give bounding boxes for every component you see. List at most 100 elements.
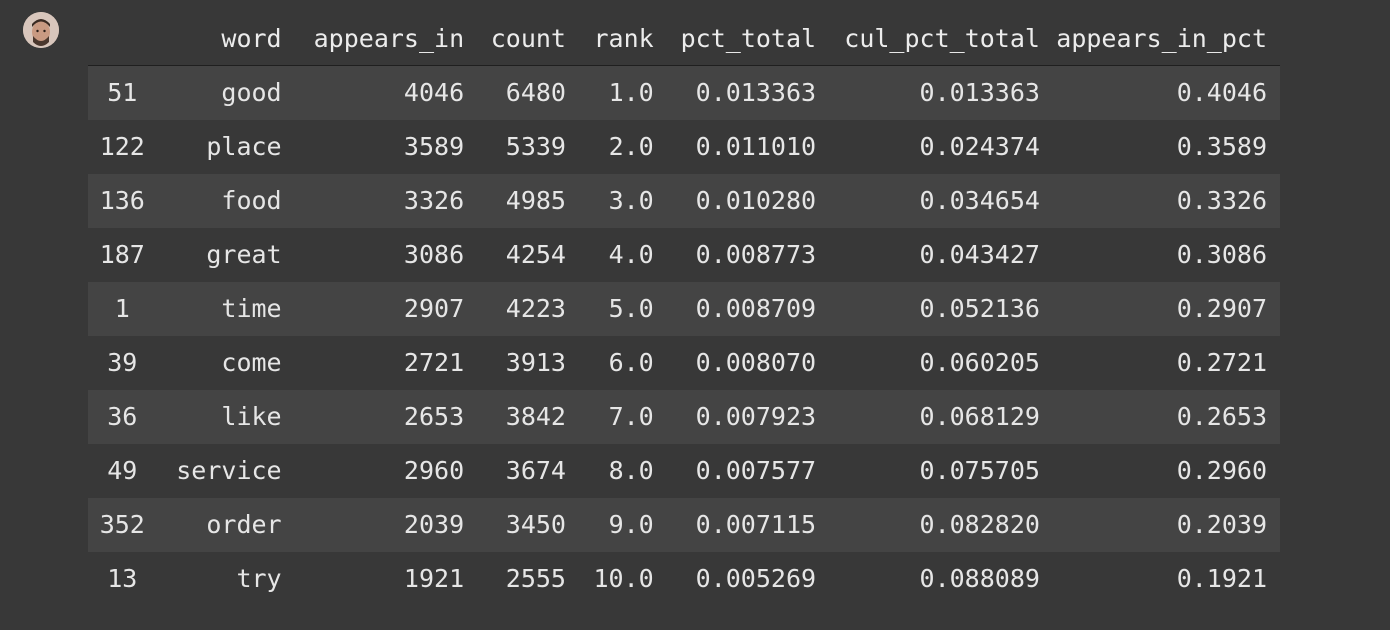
row-index: 136 bbox=[99, 186, 145, 215]
appears-in-pct-cell: 0.3086 bbox=[1176, 240, 1267, 269]
rank-cell: 8.0 bbox=[608, 456, 654, 485]
appears-in-cell: 4046 bbox=[403, 78, 465, 108]
appears-in-cell: 2653 bbox=[403, 402, 465, 431]
pct-total-cell: 0.008773 bbox=[695, 240, 817, 269]
word-header: word bbox=[156, 11, 282, 66]
word-cell: order bbox=[206, 510, 282, 539]
pct-total-cell: 0.007577 bbox=[695, 456, 817, 485]
count-cell: 4223 bbox=[505, 294, 566, 323]
appears-in-pct-cell: 0.3326 bbox=[1176, 186, 1267, 215]
cul-pct-total-cell: 0.060205 bbox=[919, 348, 1040, 377]
appears-in-pct-cell: 0.1921 bbox=[1176, 564, 1267, 593]
appears-in-cell: 3086 bbox=[403, 240, 465, 269]
dataframe-table: word appears_in count rank pct_total cul_pct_… bbox=[88, 11, 1280, 606]
table-row: 39 come 2721 3913 6.0 0.008070 0.060205 0.2721 bbox=[88, 335, 1280, 390]
pct-total-cell: 0.013363 bbox=[695, 78, 817, 108]
row-index: 13 bbox=[107, 564, 138, 593]
appears-in-cell: 2039 bbox=[403, 510, 465, 539]
rank-cell: 4.0 bbox=[608, 240, 654, 269]
pct-total-cell: 0.007115 bbox=[695, 510, 817, 539]
row-index: 122 bbox=[99, 132, 145, 161]
appears-in-cell: 2960 bbox=[403, 456, 465, 485]
count-cell: 6480 bbox=[505, 78, 566, 108]
table-row: 49 service 2960 3674 8.0 0.007577 0.075705 0.29… bbox=[88, 443, 1280, 498]
cul-pct-total-cell: 0.068129 bbox=[919, 402, 1040, 431]
pct-total-cell: 0.008070 bbox=[695, 348, 817, 377]
table-row: 13 try 1921 2555 10.0 0.005269 0.088089 0.1921 bbox=[88, 551, 1280, 606]
appears-in-cell: 3589 bbox=[403, 132, 465, 161]
pct-total-header: pct_total bbox=[653, 11, 817, 66]
pct-total-cell: 0.007923 bbox=[695, 402, 817, 431]
cul-pct-total-cell: 0.024374 bbox=[919, 132, 1040, 161]
user-avatar-icon bbox=[23, 12, 59, 48]
dataframe-output: word appears_in count rank pct_total cul_pct_… bbox=[88, 11, 1280, 606]
rank-cell: 7.0 bbox=[608, 402, 654, 431]
count-cell: 3450 bbox=[505, 510, 566, 539]
row-index: 49 bbox=[107, 456, 138, 485]
word-cell: service bbox=[176, 456, 282, 485]
rank-cell: 3.0 bbox=[608, 186, 654, 215]
cul-pct-total-cell: 0.088089 bbox=[919, 564, 1040, 593]
appears-in-pct-cell: 0.2039 bbox=[1176, 510, 1267, 539]
word-cell: good bbox=[221, 78, 282, 108]
row-index: 352 bbox=[99, 510, 145, 539]
count-cell: 3913 bbox=[505, 348, 566, 377]
pct-total-cell: 0.008709 bbox=[695, 294, 817, 323]
rank-header: rank bbox=[565, 11, 654, 66]
table-row: 36 like 2653 3842 7.0 0.007923 0.068129 0.2653 bbox=[88, 389, 1280, 444]
count-header: count bbox=[464, 11, 566, 66]
cul-pct-total-cell: 0.082820 bbox=[919, 510, 1040, 539]
pct-total-cell: 0.011010 bbox=[695, 132, 817, 161]
appears-in-cell: 3326 bbox=[403, 186, 465, 215]
cul-pct-total-cell: 0.043427 bbox=[919, 240, 1040, 269]
word-cell: like bbox=[221, 402, 282, 431]
table-row: 1 time 2907 4223 5.0 0.008709 0.052136 0.2907 bbox=[88, 281, 1280, 336]
row-index: 36 bbox=[107, 402, 138, 431]
cul-pct-total-cell: 0.034654 bbox=[919, 186, 1040, 215]
table-row: 187 great 3086 4254 4.0 0.008773 0.043427 0.308… bbox=[88, 227, 1280, 282]
pct-total-cell: 0.010280 bbox=[695, 186, 817, 215]
rank-cell: 9.0 bbox=[608, 510, 654, 539]
count-cell: 4254 bbox=[505, 240, 566, 269]
count-cell: 4985 bbox=[505, 186, 566, 215]
avatar[interactable] bbox=[23, 12, 59, 48]
table-row: 352 order 2039 3450 9.0 0.007115 0.082820 0.203… bbox=[88, 497, 1280, 552]
cul-pct-total-cell: 0.052136 bbox=[919, 294, 1040, 323]
table-header: word appears_in count rank pct_total cul_pct_… bbox=[88, 11, 1280, 66]
appears-in-pct-cell: 0.2907 bbox=[1176, 294, 1267, 323]
appears-in-pct-cell: 0.3589 bbox=[1176, 132, 1267, 161]
word-cell: try bbox=[236, 564, 282, 593]
word-cell: food bbox=[221, 186, 282, 215]
count-cell: 3842 bbox=[505, 402, 566, 431]
appears-in-pct-cell: 0.2960 bbox=[1176, 456, 1267, 485]
word-cell: place bbox=[206, 132, 282, 161]
cul-pct-total-cell: 0.013363 bbox=[919, 78, 1040, 108]
row-index: 51 bbox=[107, 78, 138, 108]
appears-in-pct-cell: 0.4046 bbox=[1176, 78, 1267, 108]
appears-in-cell: 1921 bbox=[403, 564, 465, 593]
row-index: 39 bbox=[107, 348, 138, 377]
cul-pct-total-header: cul_pct_total bbox=[816, 11, 1040, 66]
count-cell: 5339 bbox=[505, 132, 566, 161]
word-cell: great bbox=[206, 240, 282, 269]
header-row: word appears_in count rank pct_total cul_pct_… bbox=[88, 11, 1280, 66]
word-cell: time bbox=[221, 294, 282, 323]
table-row: 122 place 3589 5339 2.0 0.011010 0.024374 0.358… bbox=[88, 119, 1280, 174]
rank-cell: 2.0 bbox=[608, 132, 654, 161]
pct-total-cell: 0.005269 bbox=[695, 564, 817, 593]
appears-in-pct-cell: 0.2721 bbox=[1176, 348, 1267, 377]
rank-cell: 1.0 bbox=[608, 78, 654, 108]
appears-in-header: appears_in bbox=[281, 11, 465, 66]
rank-cell: 10.0 bbox=[593, 564, 654, 593]
count-cell: 2555 bbox=[505, 564, 566, 593]
index-header bbox=[88, 11, 157, 66]
word-cell: come bbox=[221, 348, 282, 377]
appears-in-cell: 2907 bbox=[403, 294, 465, 323]
table-body: 51 good 4046 6480 1.0 0.013363 0.013363 0.4046 1… bbox=[88, 65, 1280, 606]
appears-in-pct-header: appears_in_pct bbox=[1039, 11, 1280, 66]
count-cell: 3674 bbox=[505, 456, 566, 485]
rank-cell: 5.0 bbox=[608, 294, 654, 323]
row-index: 1 bbox=[114, 294, 130, 323]
table-row: 51 good 4046 6480 1.0 0.013363 0.013363 0.4046 bbox=[88, 65, 1280, 120]
rank-cell: 6.0 bbox=[608, 348, 654, 377]
